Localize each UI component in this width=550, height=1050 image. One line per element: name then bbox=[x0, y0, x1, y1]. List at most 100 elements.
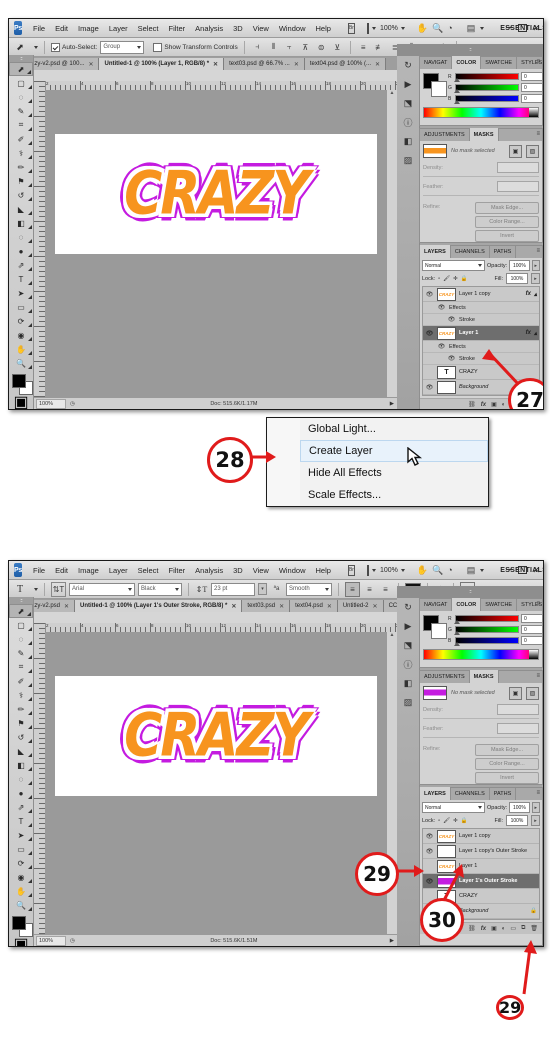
info-panel-icon[interactable]: ⓘ bbox=[397, 655, 419, 674]
blur-tool-icon[interactable]: ◌ bbox=[9, 772, 33, 786]
menu-view[interactable]: View bbox=[248, 22, 274, 35]
pen-tool-icon[interactable]: ⇗ bbox=[9, 800, 33, 814]
font-size-stepper[interactable]: ▾ bbox=[258, 583, 267, 595]
scroll-up-icon[interactable]: ▲ bbox=[387, 632, 397, 638]
menu-window[interactable]: Window bbox=[274, 564, 311, 577]
tab-paths[interactable]: PATHS bbox=[490, 787, 517, 800]
document-tab[interactable]: text04.psd ✕ bbox=[290, 600, 338, 612]
hand-tool-icon[interactable]: ✋ bbox=[9, 884, 33, 898]
crop-tool-icon[interactable]: ⌗ bbox=[9, 118, 33, 132]
new-adjustment-layer-icon[interactable]: ◐ bbox=[502, 926, 506, 932]
color-slider-b[interactable]: B 0 bbox=[448, 636, 543, 646]
feather-field[interactable] bbox=[497, 723, 539, 734]
mask-edge-button[interactable]: Mask Edge... bbox=[475, 202, 539, 214]
panel-menu-icon[interactable]: ≡ bbox=[536, 59, 540, 65]
canvas-scroll-area-top[interactable]: CRAZY bbox=[45, 90, 387, 399]
channel-value-b[interactable]: 0 bbox=[521, 94, 543, 103]
color-slider-r[interactable]: R 0 bbox=[448, 72, 543, 82]
minimize-icon[interactable] bbox=[506, 568, 514, 570]
menu-item-hide-all-effects[interactable]: Hide All Effects bbox=[300, 462, 488, 484]
lasso-tool-icon[interactable]: ◌ bbox=[9, 632, 33, 646]
color-spectrum-ramp[interactable] bbox=[423, 107, 539, 118]
anti-aliasing-dropdown[interactable]: Smooth bbox=[286, 582, 332, 596]
spot-healing-brush-tool-icon[interactable]: ⚕ bbox=[9, 146, 33, 160]
zoom-tool-icon[interactable]: 🔍 bbox=[9, 356, 33, 370]
font-family-dropdown[interactable]: Arial bbox=[69, 582, 135, 596]
tab-channels[interactable]: CHANNELS bbox=[451, 787, 490, 800]
tab-color[interactable]: COLOR bbox=[452, 56, 482, 69]
zoom-tool-icon[interactable]: 🔍 bbox=[9, 898, 33, 912]
tab-swatches[interactable]: SWATCHE bbox=[481, 598, 518, 611]
slider-thumb[interactable] bbox=[454, 642, 460, 646]
menu-view[interactable]: View bbox=[248, 564, 274, 577]
menu-image[interactable]: Image bbox=[73, 22, 104, 35]
align-horizontal-centers-icon[interactable]: ⫴ bbox=[267, 41, 280, 54]
add-layer-style-icon[interactable]: fx bbox=[481, 402, 486, 408]
slider-track-b[interactable] bbox=[454, 637, 519, 646]
menu-file[interactable]: File bbox=[28, 564, 50, 577]
brush-tool-icon[interactable]: ✏ bbox=[9, 160, 33, 174]
rectangle-tool-icon[interactable]: ▭ bbox=[9, 842, 33, 856]
screen-mode-icon[interactable]: ▤ bbox=[467, 564, 476, 576]
panel-menu-icon[interactable]: ≡ bbox=[536, 790, 540, 796]
close-icon[interactable]: ✕ bbox=[213, 61, 218, 68]
lock-all-icon[interactable]: 🔒 bbox=[461, 276, 468, 282]
hand-tool-icon[interactable]: ✋ bbox=[417, 564, 428, 576]
panel-menu-icon[interactable]: ≡ bbox=[536, 131, 540, 137]
menu-layer[interactable]: Layer bbox=[104, 564, 133, 577]
layer-thumbnail[interactable]: CRAZY bbox=[437, 287, 456, 301]
tab-channels[interactable]: CHANNELS bbox=[451, 245, 490, 258]
rotate-view-icon[interactable]: ◔ bbox=[447, 22, 452, 34]
close-icon[interactable]: ✕ bbox=[231, 603, 236, 610]
color-spectrum-ramp[interactable] bbox=[423, 649, 539, 660]
quick-mask-mode-icon[interactable]: ▣ bbox=[9, 936, 33, 946]
menu-3d[interactable]: 3D bbox=[228, 564, 248, 577]
adjustments-icon[interactable]: ◧ bbox=[397, 132, 419, 151]
move-tool-icon[interactable]: ⬈ bbox=[12, 40, 28, 54]
slider-thumb[interactable] bbox=[454, 100, 460, 104]
gradient-tool-icon[interactable]: ◧ bbox=[9, 216, 33, 230]
path-selection-tool-icon[interactable]: ➤ bbox=[9, 286, 33, 300]
menu-image[interactable]: Image bbox=[73, 564, 104, 577]
density-slider[interactable] bbox=[423, 176, 539, 177]
move-tool-icon[interactable]: ⬈ bbox=[9, 62, 33, 76]
color-range-button[interactable]: Color Range... bbox=[475, 758, 539, 770]
layer-row[interactable]: 👁 CRAZY Layer 1 copy fx ▴ bbox=[423, 287, 539, 302]
eyedropper-tool-icon[interactable]: ✐ bbox=[9, 674, 33, 688]
status-menu-icon[interactable]: ▶ bbox=[390, 938, 394, 944]
tab-navigator[interactable]: NAVIGAT bbox=[420, 56, 453, 69]
document-canvas-top[interactable]: CRAZY bbox=[55, 134, 377, 254]
arrange-documents-icon[interactable] bbox=[366, 22, 369, 34]
slider-thumb[interactable] bbox=[454, 631, 460, 635]
color-swatches[interactable] bbox=[423, 73, 447, 97]
menu-item-create-layer[interactable]: Create Layer bbox=[300, 440, 488, 462]
hand-tool-icon[interactable]: ✋ bbox=[417, 22, 428, 34]
toolbox-grip[interactable]: :::: bbox=[9, 55, 33, 62]
toolbox-grip[interactable]: :::: bbox=[9, 597, 33, 604]
layer-fx-badge[interactable]: fx bbox=[526, 330, 531, 336]
add-layer-mask-icon[interactable]: ▣ bbox=[491, 401, 497, 408]
opacity-value[interactable]: 100% bbox=[509, 260, 530, 271]
eye-icon[interactable]: 👁 bbox=[425, 328, 434, 339]
feather-field[interactable] bbox=[497, 181, 539, 192]
fill-value[interactable]: 100% bbox=[506, 815, 528, 826]
close-icon[interactable]: ✕ bbox=[373, 603, 378, 610]
align-vertical-centers-icon[interactable]: ⊜ bbox=[315, 41, 328, 54]
bridge-icon[interactable]: Br bbox=[347, 564, 355, 576]
layer-thumbnail[interactable]: T bbox=[437, 365, 456, 379]
blur-tool-icon[interactable]: ◌ bbox=[9, 230, 33, 244]
channel-value-g[interactable]: 0 bbox=[521, 625, 543, 634]
delete-layer-icon[interactable]: 🗑 bbox=[530, 925, 538, 932]
quick-selection-tool-icon[interactable]: ✎ bbox=[9, 646, 33, 660]
fill-stepper[interactable]: ▸ bbox=[531, 815, 540, 826]
rotate-view-icon[interactable]: ◔ bbox=[447, 564, 452, 576]
quick-selection-tool-icon[interactable]: ✎ bbox=[9, 104, 33, 118]
lock-position-icon[interactable]: ✛ bbox=[453, 276, 458, 282]
adjustments-icon[interactable]: ◧ bbox=[397, 674, 419, 693]
color-slider-g[interactable]: G 0 bbox=[448, 83, 543, 93]
tab-masks[interactable]: MASKS bbox=[469, 670, 499, 683]
foreground-color-swatch[interactable] bbox=[12, 374, 26, 388]
slider-track-r[interactable] bbox=[454, 615, 519, 624]
arrange-documents-icon[interactable] bbox=[366, 564, 369, 576]
foreground-color-swatch[interactable] bbox=[12, 916, 26, 930]
